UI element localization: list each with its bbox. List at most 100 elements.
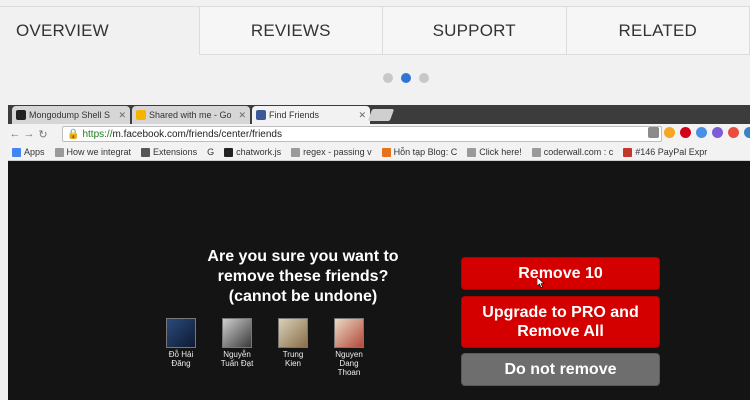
bookmark-item[interactable]: coderwall.com : c (531, 147, 614, 157)
avatar (334, 318, 364, 348)
browser-tab-strip: Mongodump Shell S ✕ Shared with me - Go … (8, 105, 750, 124)
bookmark-item[interactable]: Extensions (141, 147, 197, 157)
extension-icon[interactable] (696, 127, 707, 138)
carousel-dot-3[interactable] (419, 73, 429, 83)
close-icon[interactable]: ✕ (358, 110, 366, 121)
bookmark-item[interactable]: How we integrat (54, 147, 132, 157)
carousel-dots (383, 73, 429, 83)
friend-name: Trung Kien (283, 350, 304, 368)
apps-icon (12, 147, 21, 157)
friend-name-line: Thoan (337, 368, 361, 377)
back-icon[interactable]: ← (8, 128, 22, 140)
url-scheme: https:// (82, 128, 113, 140)
tab-overview[interactable]: OVERVIEW (0, 6, 200, 55)
carousel-dot-1[interactable] (383, 73, 393, 83)
browser-tab-drive[interactable]: Shared with me - Go ✕ (132, 106, 250, 124)
bookmark-label: chatwork.js (236, 147, 282, 157)
friend-name-line: Đỗ Hải (168, 350, 194, 359)
bookmark-item[interactable]: Click here! (467, 147, 522, 157)
friend-name-line: Nguyen (335, 350, 363, 359)
extension-icon[interactable] (712, 127, 723, 138)
page-icon (291, 147, 301, 157)
drive-icon (136, 110, 146, 120)
question-line: remove these friends? (217, 268, 389, 285)
puzzle-icon (141, 147, 151, 157)
tab-support-label: SUPPORT (432, 20, 516, 40)
question-line: (cannot be undone) (228, 288, 378, 305)
product-tab-bar: OVERVIEW REVIEWS SUPPORT RELATED (0, 6, 750, 55)
friend-name-line: Trung (282, 350, 304, 359)
friend-name: Nguyễn Tuấn Đạt (221, 350, 254, 368)
bookmark-label: #146 PayPal Expr (635, 147, 708, 157)
bookmark-item[interactable]: #146 PayPal Expr (623, 147, 707, 157)
do-not-remove-button[interactable]: Do not remove (461, 353, 660, 386)
bookmark-apps[interactable]: Apps (12, 147, 45, 157)
friend-name-line: Dang (339, 359, 359, 368)
github-icon (16, 110, 26, 120)
friend-name: Đỗ Hải Đăng (169, 350, 193, 368)
bookmark-item[interactable]: chatwork.js (224, 147, 281, 157)
browser-tab-find-friends[interactable]: Find Friends ✕ (252, 106, 370, 124)
bookmark-label: regex - passing v (303, 147, 372, 157)
remove-friends-button[interactable]: Remove 10 (461, 257, 660, 290)
friend-item: Đỗ Hải Đăng (153, 318, 209, 377)
tab-reviews[interactable]: REVIEWS (199, 6, 383, 55)
browser-tab-label: Mongodump Shell S (29, 110, 111, 120)
avatar (222, 318, 252, 348)
close-icon[interactable]: ✕ (118, 110, 126, 121)
extension-icon[interactable] (680, 127, 691, 138)
bookmark-item[interactable]: regex - passing v (291, 147, 372, 157)
friend-item: Trung Kien (265, 318, 321, 377)
forward-icon[interactable]: → (22, 128, 36, 140)
page-icon[interactable] (648, 127, 659, 138)
extension-icon[interactable] (744, 127, 750, 138)
address-bar[interactable]: 🔒 https:// m.facebook.com/friends/center… (62, 126, 662, 142)
friend-name-line: Tuấn Đạt (220, 359, 254, 368)
upgrade-button-label: Upgrade to PRO and (482, 304, 639, 321)
bookmarks-bar: Apps How we integrat Extensions G chatwo… (8, 144, 750, 161)
friend-name-line: Kien (284, 359, 301, 368)
browser-tab-label: Shared with me - Go (149, 110, 232, 120)
bookmark-item[interactable]: G (207, 147, 214, 157)
page-icon (531, 147, 541, 157)
friend-item: Nguyen Dang Thoan (321, 318, 377, 377)
avatar (166, 318, 196, 348)
confirm-question: Are you sure you want to remove these fr… (178, 247, 428, 307)
bookmark-label: Apps (24, 147, 45, 157)
upgrade-pro-button[interactable]: Upgrade to PRO and Remove All (461, 296, 660, 348)
extension-icon[interactable] (728, 127, 739, 138)
upgrade-button-label: Remove All (517, 323, 604, 340)
address-row: ← → ↻ 🔒 https:// m.facebook.com/friends/… (8, 124, 750, 144)
page-icon (54, 147, 64, 157)
screenshot-frame: Mongodump Shell S ✕ Shared with me - Go … (8, 105, 750, 400)
reload-icon[interactable]: ↻ (36, 128, 50, 141)
star-icon[interactable] (664, 127, 675, 138)
carousel-dot-2[interactable] (401, 73, 411, 83)
close-icon[interactable]: ✕ (238, 110, 246, 121)
tab-overview-label: OVERVIEW (16, 21, 109, 40)
lock-icon: 🔒 (67, 128, 80, 140)
avatar (278, 318, 308, 348)
friend-name-line: Nguyễn (223, 350, 251, 359)
friend-item: Nguyễn Tuấn Đạt (209, 318, 265, 377)
friends-list: Đỗ Hải Đăng Nguyễn Tuấn Đạt Trung Kien N… (153, 318, 377, 377)
bookmark-label: How we integrat (66, 147, 132, 157)
remove-button-label: Remove 10 (518, 265, 603, 282)
bookmark-label: coderwall.com : c (543, 147, 614, 157)
friend-name-line: Đăng (171, 359, 191, 368)
question-line: Are you sure you want to (207, 248, 399, 265)
tab-support[interactable]: SUPPORT (383, 6, 567, 55)
new-tab-button[interactable] (367, 109, 395, 121)
page-icon (467, 147, 477, 157)
url-path: m.facebook.com/friends/center/friends (112, 128, 282, 140)
browser-tab-label: Find Friends (269, 110, 320, 120)
bookmark-item[interactable]: Hỗn tạp Blog: C (381, 147, 457, 157)
tab-related[interactable]: RELATED (566, 6, 750, 55)
mouse-cursor-icon (537, 277, 545, 288)
facebook-icon (256, 110, 266, 120)
cancel-button-label: Do not remove (504, 361, 617, 378)
blogger-icon (381, 147, 391, 157)
extension-icons (648, 127, 750, 138)
browser-tab-mongodump[interactable]: Mongodump Shell S ✕ (12, 106, 130, 124)
bookmark-label: Extensions (153, 147, 198, 157)
